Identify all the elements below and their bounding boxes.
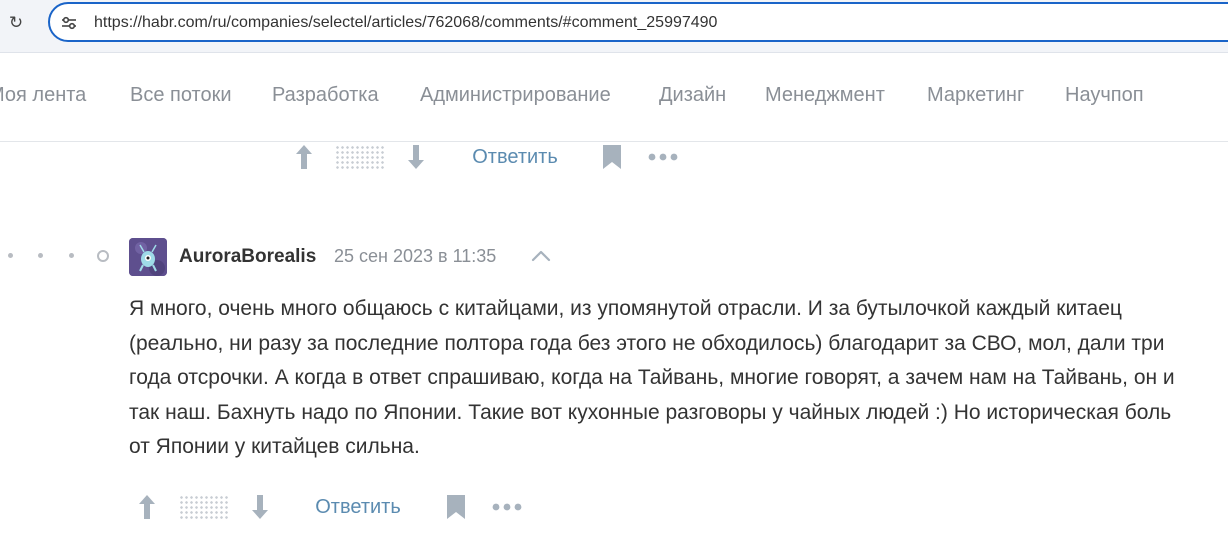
thread-current-marker <box>97 250 109 262</box>
more-icon <box>492 503 522 511</box>
url-input[interactable]: https://habr.com/ru/companies/selectel/a… <box>48 2 1228 42</box>
more-icon <box>648 153 678 161</box>
thread-dot <box>69 253 74 258</box>
bookmark-icon <box>447 495 465 519</box>
score-placeholder <box>333 137 387 177</box>
nav-item-management[interactable]: Менеджмент <box>765 84 885 107</box>
url-text: https://habr.com/ru/companies/selectel/a… <box>94 14 718 31</box>
reply-label: Ответить <box>472 145 558 168</box>
upvote-button[interactable] <box>128 487 166 527</box>
reply-button[interactable]: Ответить <box>465 137 565 177</box>
nav-item-all-streams[interactable]: Все потоки <box>130 84 232 107</box>
score-loading-pattern <box>179 495 229 519</box>
chevron-up-icon[interactable] <box>530 248 552 264</box>
alien-avatar-icon <box>129 238 167 276</box>
more-options-button[interactable] <box>645 137 681 177</box>
nav-item-administration[interactable]: Администрирование <box>420 84 611 107</box>
score-placeholder <box>177 487 231 527</box>
bookmark-button[interactable] <box>441 487 471 527</box>
thread-dot <box>8 253 13 258</box>
reply-label: Ответить <box>315 495 401 518</box>
prev-comment-actions: Ответить <box>285 137 705 177</box>
nav-item-marketing[interactable]: Маркетинг <box>927 84 1024 107</box>
more-options-button[interactable] <box>489 487 525 527</box>
reply-button[interactable]: Ответить <box>308 487 408 527</box>
nav-item-popsci[interactable]: Научпоп <box>1065 84 1144 107</box>
arrow-down-icon <box>252 495 268 519</box>
nav-item-development[interactable]: Разработка <box>272 84 379 107</box>
downvote-button[interactable] <box>399 137 433 177</box>
thread-dot <box>38 253 43 258</box>
arrow-up-icon <box>139 495 155 519</box>
arrow-down-icon <box>408 145 424 169</box>
downvote-button[interactable] <box>243 487 277 527</box>
comment-text: Я много, очень много общаюсь с китайцами… <box>129 297 1175 458</box>
arrow-up-icon <box>296 145 312 169</box>
score-loading-pattern <box>335 145 385 169</box>
nav-item-design[interactable]: Дизайн <box>659 84 726 107</box>
hub-navigation: Моя лента Все потоки Разработка Админист… <box>0 53 1228 142</box>
bookmark-icon <box>603 145 621 169</box>
browser-address-bar: ↻ https://habr.com/ru/companies/selectel… <box>0 0 1228 53</box>
nav-item-my-feed[interactable]: Моя лента <box>0 84 86 107</box>
site-info-icon[interactable] <box>60 14 78 32</box>
upvote-button[interactable] <box>285 137 323 177</box>
reload-icon[interactable]: ↻ <box>7 14 25 32</box>
bookmark-button[interactable] <box>597 137 627 177</box>
comment-timestamp[interactable]: 25 сен 2023 в 11:35 <box>334 246 496 267</box>
comment-actions: Ответить <box>128 487 548 527</box>
comment-author[interactable]: AuroraBorealis <box>179 246 316 268</box>
avatar[interactable] <box>129 238 167 276</box>
